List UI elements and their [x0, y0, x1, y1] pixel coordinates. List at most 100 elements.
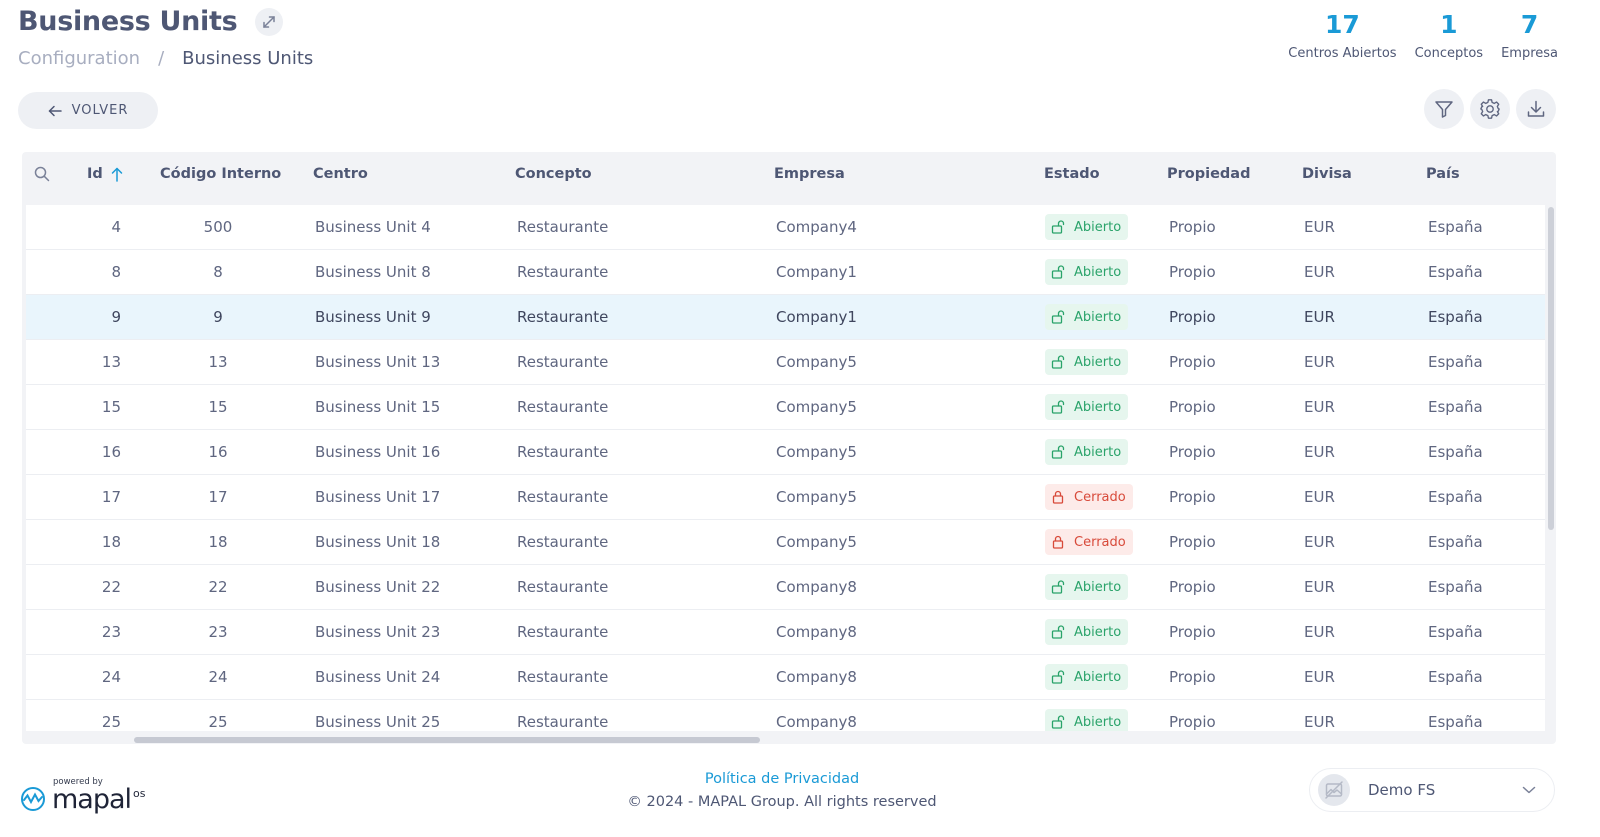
stat-value: 1 — [1440, 10, 1458, 39]
cell-pais: España — [1428, 713, 1483, 731]
cell-centro: Business Unit 22 — [315, 578, 441, 596]
cell-codigo: 24 — [208, 668, 228, 686]
column-header-empresa[interactable]: Empresa — [774, 152, 845, 197]
column-header-concepto[interactable]: Concepto — [515, 152, 592, 197]
filter-button[interactable] — [1424, 89, 1464, 129]
summary-stats: 17 Centros Abiertos 1 Conceptos 7 Empres… — [1288, 8, 1558, 61]
cell-divisa: EUR — [1304, 263, 1335, 281]
status-badge: Abierto — [1045, 619, 1129, 645]
cell-codigo: 16 — [208, 443, 228, 461]
expand-icon — [263, 15, 276, 28]
search-icon — [34, 166, 50, 182]
footer-center: Política de Privacidad © 2024 - MAPAL Gr… — [582, 768, 982, 814]
unlock-icon — [1051, 310, 1065, 324]
cell-divisa: EUR — [1304, 353, 1335, 371]
cell-codigo: 13 — [208, 353, 228, 371]
cell-centro: Business Unit 23 — [315, 623, 441, 641]
cell-concepto: Restaurante — [517, 218, 609, 236]
column-header-codigo[interactable]: Código Interno — [160, 152, 281, 197]
status-badge-label: Abierto — [1074, 624, 1122, 640]
column-header-divisa[interactable]: Divisa — [1302, 152, 1352, 197]
status-badge-label: Abierto — [1074, 579, 1122, 595]
cell-propiedad: Propio — [1169, 623, 1216, 641]
back-button[interactable]: VOLVER — [18, 92, 158, 129]
cell-divisa: EUR — [1304, 308, 1335, 326]
download-button[interactable] — [1516, 89, 1556, 129]
table-search-button[interactable] — [34, 152, 50, 197]
cell-empresa: Company5 — [776, 353, 857, 371]
cell-concepto: Restaurante — [517, 443, 609, 461]
cell-pais: España — [1428, 623, 1483, 641]
cell-pais: España — [1428, 308, 1483, 326]
business-units-table: Id Código Interno Centro Concepto Empres… — [22, 152, 1556, 744]
table-row[interactable]: 24 24 Business Unit 24 Restaurante Company8 A… — [26, 655, 1545, 700]
stat-label: Conceptos — [1414, 46, 1484, 61]
status-badge-label: Abierto — [1074, 309, 1122, 325]
cell-id: 9 — [111, 308, 121, 326]
cell-centro: Business Unit 17 — [315, 488, 441, 506]
status-badge-label: Abierto — [1074, 714, 1122, 730]
cell-id: 8 — [111, 263, 121, 281]
horizontal-scrollbar[interactable] — [134, 737, 760, 743]
status-badge: Abierto — [1045, 709, 1129, 731]
cell-centro: Business Unit 8 — [315, 263, 431, 281]
status-badge: Abierto — [1045, 214, 1129, 240]
cell-codigo: 25 — [208, 713, 228, 731]
cell-codigo: 500 — [203, 218, 233, 236]
cell-divisa: EUR — [1304, 668, 1335, 686]
table-row[interactable]: 18 18 Business Unit 18 Restaurante Company5 C… — [26, 520, 1545, 565]
table-row[interactable]: 8 8 Business Unit 8 Restaurante Company1 Abie… — [26, 250, 1545, 295]
cell-propiedad: Propio — [1169, 578, 1216, 596]
status-badge: Abierto — [1045, 304, 1129, 330]
expand-button[interactable] — [255, 7, 284, 36]
table-row[interactable]: 23 23 Business Unit 23 Restaurante Company8 A… — [26, 610, 1545, 655]
cell-empresa: Company5 — [776, 533, 857, 551]
table-row[interactable]: 4 500 Business Unit 4 Restaurante Company4 Ab… — [26, 205, 1545, 250]
stat-conceptos: 1 Conceptos — [1415, 8, 1484, 61]
cell-concepto: Restaurante — [517, 263, 609, 281]
table-row[interactable]: 9 9 Business Unit 9 Restaurante Company1 Abie… — [26, 295, 1545, 340]
column-header-label: Id — [87, 166, 103, 182]
user-selector[interactable]: Demo FS — [1309, 768, 1555, 812]
cell-centro: Business Unit 4 — [315, 218, 431, 236]
mapal-wave-icon — [21, 787, 45, 811]
column-header-propiedad[interactable]: Propiedad — [1167, 152, 1250, 197]
vertical-scrollbar[interactable] — [1548, 207, 1554, 530]
unlock-icon — [1051, 715, 1065, 729]
table-row[interactable]: 15 15 Business Unit 15 Restaurante Company5 A… — [26, 385, 1545, 430]
copyright-text: © 2024 - MAPAL Group. All rights reserve… — [627, 794, 937, 810]
cell-pais: España — [1428, 353, 1483, 371]
gear-icon — [1480, 99, 1500, 119]
column-header-estado[interactable]: Estado — [1044, 152, 1100, 197]
cell-divisa: EUR — [1304, 713, 1335, 731]
cell-divisa: EUR — [1304, 443, 1335, 461]
status-badge-label: Cerrado — [1074, 534, 1126, 550]
cell-divisa: EUR — [1304, 623, 1335, 641]
breadcrumb-link-configuration[interactable]: Configuration — [18, 48, 140, 69]
column-header-centro[interactable]: Centro — [313, 152, 368, 197]
cell-id: 15 — [101, 398, 121, 416]
column-header-pais[interactable]: País — [1426, 152, 1460, 197]
table-row[interactable]: 16 16 Business Unit 16 Restaurante Company5 A… — [26, 430, 1545, 475]
download-icon — [1527, 100, 1545, 117]
status-badge: Cerrado — [1045, 484, 1133, 510]
cell-divisa: EUR — [1304, 578, 1335, 596]
cell-propiedad: Propio — [1169, 398, 1216, 416]
table-row[interactable]: 13 13 Business Unit 13 Restaurante Company5 A… — [26, 340, 1545, 385]
cell-pais: España — [1428, 443, 1483, 461]
cell-codigo: 18 — [208, 533, 228, 551]
cell-propiedad: Propio — [1169, 713, 1216, 731]
unlock-icon — [1051, 445, 1065, 459]
status-badge-label: Abierto — [1074, 669, 1122, 685]
column-header-id[interactable]: Id — [87, 152, 123, 197]
stat-centros-abiertos: 17 Centros Abiertos — [1288, 8, 1396, 61]
settings-button[interactable] — [1470, 89, 1510, 129]
table-row[interactable]: 25 25 Business Unit 25 Restaurante Company8 A… — [26, 700, 1545, 731]
cell-pais: España — [1428, 488, 1483, 506]
cell-id: 24 — [101, 668, 121, 686]
table-row[interactable]: 17 17 Business Unit 17 Restaurante Company5 C… — [26, 475, 1545, 520]
table-row[interactable]: 22 22 Business Unit 22 Restaurante Company8 A… — [26, 565, 1545, 610]
unlock-icon — [1051, 220, 1065, 234]
privacy-policy-link[interactable]: Política de Privacidad — [582, 768, 982, 790]
cell-concepto: Restaurante — [517, 713, 609, 731]
